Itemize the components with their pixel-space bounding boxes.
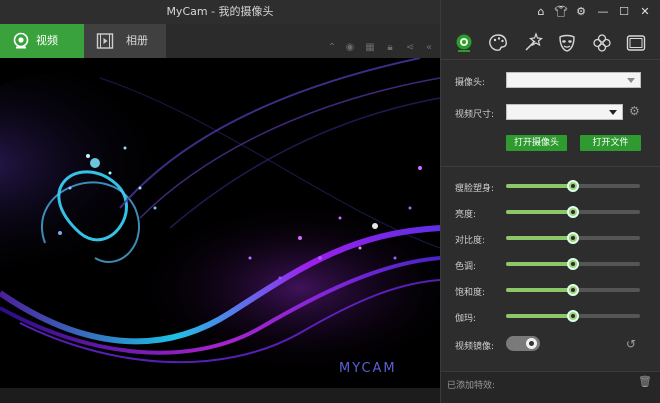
preview-toolbar: ⌃ ◉ ▦ 🔒︎ ⋖ «: [326, 42, 436, 56]
minimize-icon[interactable]: —: [596, 5, 610, 19]
maximize-icon[interactable]: ☐: [617, 5, 631, 19]
slider-label: 色调:: [455, 262, 477, 272]
tab-album-label: 相册: [126, 34, 148, 47]
video-size-select[interactable]: [506, 104, 623, 120]
open-file-button[interactable]: 打开文件: [580, 135, 641, 151]
lock-icon[interactable]: 🔒︎: [384, 42, 396, 54]
slider-fill: [506, 184, 573, 188]
effect-toolbar: [441, 28, 660, 60]
slider-knob[interactable]: [567, 284, 579, 296]
gear-icon[interactable]: ⚙: [574, 5, 588, 19]
home-icon[interactable]: ⌂: [534, 5, 548, 19]
tab-video-label: 视频: [36, 34, 58, 47]
preview-artwork: [0, 58, 440, 388]
saturation-slider[interactable]: [506, 284, 640, 296]
open-camera-button[interactable]: 打开摄像头: [506, 135, 567, 151]
slider-knob[interactable]: [567, 310, 579, 322]
hue-slider[interactable]: [506, 258, 640, 270]
share-icon[interactable]: ⋖: [404, 42, 416, 54]
chevron-down-icon: [609, 110, 617, 115]
slider-knob[interactable]: [567, 206, 579, 218]
title-bar: MyCam - 我的摄像头: [0, 0, 440, 24]
camera-select[interactable]: [506, 72, 641, 88]
slider-label: 瘦脸塑身:: [455, 184, 495, 194]
clover-icon[interactable]: [591, 32, 613, 54]
broadcast-icon[interactable]: ◉: [344, 42, 356, 54]
frame-icon[interactable]: [625, 32, 647, 54]
trash-icon[interactable]: 🗑︎: [638, 375, 652, 388]
preview-bottom-strip: [0, 388, 440, 403]
window-title: MyCam - 我的摄像头: [166, 5, 274, 18]
qr-code-icon[interactable]: ▦: [364, 42, 376, 54]
magic-wand-icon[interactable]: [522, 32, 544, 54]
slider-label: 饱和度:: [455, 288, 486, 298]
shirt-icon[interactable]: 👕︎: [554, 5, 568, 19]
tab-video[interactable]: 视频: [0, 24, 84, 58]
mycam-watermark: MYCAM: [339, 361, 397, 376]
added-effects-label: 已添加特效:: [447, 381, 496, 391]
film-icon: [96, 33, 114, 49]
slim-slider[interactable]: [506, 180, 640, 192]
collapse-icon[interactable]: «: [423, 42, 435, 54]
mycam-window: MyCam - 我的摄像头 视频 相册 ⌃ ◉ ▦ 🔒︎ ⋖ « MYCAM ⌂…: [0, 0, 660, 403]
video-size-label: 视频尺寸:: [455, 110, 495, 120]
slider-label: 对比度:: [455, 236, 486, 246]
slider-fill: [506, 314, 573, 318]
slider-fill: [506, 236, 573, 240]
window-controls: ⌂ 👕︎ ⚙ — ☐ ✕: [534, 5, 654, 19]
mirror-toggle[interactable]: [506, 336, 540, 351]
reset-icon[interactable]: ↺: [626, 338, 638, 350]
mask-icon[interactable]: [556, 32, 578, 54]
contrast-slider[interactable]: [506, 232, 640, 244]
settings-panel: ⌂ 👕︎ ⚙ — ☐ ✕ 摄像头: 视频尺寸: ⚙ 打开摄像头 打开文件 瘦脸塑…: [440, 0, 660, 403]
slider-knob[interactable]: [567, 232, 579, 244]
camera-label: 摄像头:: [455, 78, 486, 88]
chevron-down-icon: [627, 78, 635, 83]
slider-label: 亮度:: [455, 210, 477, 220]
slider-fill: [506, 262, 573, 266]
toggle-knob: [526, 338, 537, 349]
slider-knob[interactable]: [567, 258, 579, 270]
camera-preview[interactable]: [0, 58, 440, 388]
effects-footer: 已添加特效: 🗑︎: [441, 371, 660, 403]
gamma-slider[interactable]: [506, 310, 640, 322]
webcam-icon: [13, 32, 29, 49]
slider-label: 伽玛:: [455, 314, 477, 324]
main-area: MyCam - 我的摄像头 视频 相册 ⌃ ◉ ▦ 🔒︎ ⋖ « MYCAM: [0, 0, 440, 403]
slider-knob[interactable]: [567, 180, 579, 192]
mirror-label: 视频镜像:: [455, 342, 495, 352]
webcam-icon[interactable]: [453, 32, 475, 54]
up-arrow-icon[interactable]: ⌃: [326, 42, 338, 54]
slider-fill: [506, 210, 573, 214]
divider: [441, 166, 660, 167]
brightness-slider[interactable]: [506, 206, 640, 218]
tab-album[interactable]: 相册: [84, 24, 166, 58]
palette-icon[interactable]: [487, 32, 509, 54]
slider-fill: [506, 288, 573, 292]
gear-icon[interactable]: ⚙: [629, 105, 641, 117]
close-icon[interactable]: ✕: [638, 5, 652, 19]
